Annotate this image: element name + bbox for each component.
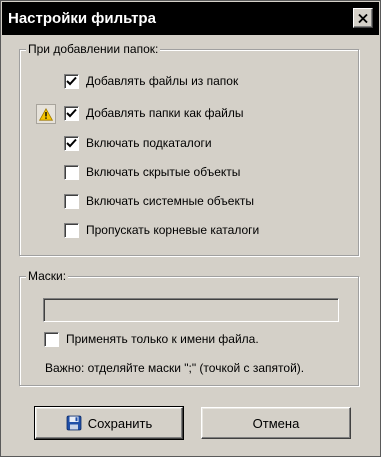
floppy-disk-icon [66, 415, 82, 431]
option-label: Включать подкаталоги [86, 136, 212, 150]
add-folders-legend: При добавлении папок: [26, 42, 161, 56]
masks-legend: Маски: [26, 269, 69, 283]
checkbox[interactable] [44, 331, 59, 347]
close-button[interactable] [353, 8, 373, 28]
checkbox[interactable] [64, 73, 79, 89]
checkbox[interactable] [64, 222, 79, 238]
option-label: Пропускать корневые каталоги [86, 223, 260, 237]
option-add-folders-as-files[interactable]: Добавлять папки как файлы [64, 105, 244, 121]
checkbox[interactable] [64, 193, 79, 209]
option-include-hidden[interactable]: Включать скрытые объекты [64, 164, 240, 180]
option-label: Включать скрытые объекты [86, 165, 241, 179]
title-bar[interactable]: Настройки фильтра [2, 2, 379, 35]
option-skip-root[interactable]: Пропускать корневые каталоги [64, 222, 259, 238]
option-label: Включать системные объекты [86, 194, 254, 208]
option-label: Добавлять файлы из папок [86, 74, 239, 88]
cancel-label: Отмена [252, 415, 300, 431]
window-title: Настройки фильтра [8, 10, 156, 27]
option-include-subfolders[interactable]: Включать подкаталоги [64, 135, 212, 151]
warning-icon [36, 104, 56, 124]
option-label: Применять только к имени файла. [66, 332, 259, 346]
masks-note: Важно: отделяйте маски ";" (точкой с зап… [45, 361, 305, 375]
option-filename-only[interactable]: Применять только к имени файла. [44, 331, 259, 347]
cancel-button[interactable]: Отмена [201, 407, 351, 439]
save-button[interactable]: Сохранить [34, 406, 184, 440]
checkmark-icon [66, 76, 77, 86]
option-include-system[interactable]: Включать системные объекты [64, 193, 254, 209]
filter-settings-dialog: Настройки фильтра При добавлении папок: … [0, 0, 381, 457]
save-label: Сохранить [87, 415, 153, 431]
checkbox[interactable] [64, 135, 79, 151]
masks-input[interactable] [43, 298, 339, 322]
option-label: Добавлять папки как файлы [86, 106, 244, 120]
option-add-files-from-folders[interactable]: Добавлять файлы из папок [64, 73, 238, 89]
checkbox[interactable] [64, 105, 79, 121]
checkbox[interactable] [64, 164, 79, 180]
checkmark-icon [66, 138, 77, 148]
close-icon [358, 13, 368, 23]
checkmark-icon [66, 108, 77, 118]
